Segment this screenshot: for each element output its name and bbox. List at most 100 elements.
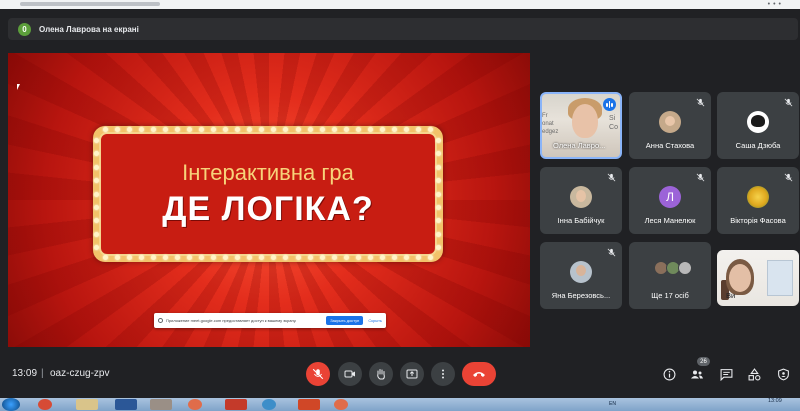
marquee-bulb [139, 127, 145, 132]
marquee-bulb [436, 178, 441, 184]
marquee-bulb [283, 255, 289, 260]
participant-avatar [570, 261, 592, 283]
marquee-bulb [379, 127, 385, 132]
keyboard-language[interactable]: EN [609, 401, 616, 407]
more-participants-avatars [654, 261, 692, 275]
toggle-mic-button[interactable] [306, 362, 330, 386]
marquee-bulbs-bottom [103, 255, 433, 261]
participant-name: Яна Березовсь... [551, 291, 611, 300]
browser-chrome: ••• [0, 0, 800, 9]
browser-menu-icon[interactable]: ••• [768, 1, 784, 8]
mic-off-icon [607, 248, 616, 257]
self-view-tile[interactable]: Ви [717, 250, 799, 306]
participant-tile[interactable]: Інна Бабійчук [540, 167, 622, 234]
marquee-bulb [187, 255, 193, 260]
app-icon[interactable] [150, 399, 172, 410]
marquee-bulb [187, 127, 193, 132]
marquee-bulb [391, 255, 397, 260]
marquee-bulb [103, 127, 108, 132]
marquee-bulb [163, 127, 169, 132]
self-view-label: Ви [726, 291, 736, 300]
mic-off-icon [784, 173, 793, 182]
chrome-icon[interactable] [188, 399, 202, 410]
marquee-bulb [175, 255, 181, 260]
marquee-bulbs-right [436, 138, 442, 250]
marquee-bulb [319, 255, 325, 260]
whiteboard-text-left: Fr onat edgez [542, 113, 559, 135]
shield-icon [777, 367, 789, 380]
taskbar-clock[interactable]: 13:09 [768, 398, 782, 404]
marquee-bulb [211, 255, 217, 260]
participant-tile[interactable]: Л Леся Манелюк [629, 167, 711, 234]
share-notice-message: Приложение meet.google.com предоставляет… [166, 318, 297, 323]
marquee-bulb [127, 255, 133, 260]
meeting-separator: | [41, 368, 44, 379]
marquee-bulb [307, 255, 313, 260]
mic-off-icon [696, 173, 705, 182]
participants-button[interactable] [689, 366, 705, 382]
more-participants-tile[interactable]: Ще 17 осіб [629, 242, 711, 309]
mouse-cursor-icon [17, 84, 20, 90]
marquee-bulb [115, 255, 121, 260]
marquee-bulb [367, 255, 373, 260]
participant-tile[interactable]: Fr onat edgez Si Co Олена Лавро... [540, 92, 622, 159]
marquee-bulb [331, 127, 337, 132]
file-explorer-icon[interactable] [76, 399, 98, 410]
host-controls-button[interactable] [775, 366, 791, 382]
app-icon[interactable] [262, 399, 276, 410]
browser-tab[interactable] [20, 2, 160, 6]
app-icon[interactable] [225, 399, 247, 410]
participant-count-badge: 26 [697, 357, 710, 366]
people-icon [691, 370, 703, 378]
chat-button[interactable] [718, 366, 734, 382]
meeting-details-button[interactable] [661, 366, 677, 382]
participant-name: Інна Бабійчук [557, 216, 605, 225]
meeting-time: 13:09 [12, 368, 38, 379]
windows-taskbar: EN 13:09 [0, 398, 800, 411]
marquee-bulb [343, 127, 349, 132]
powerpoint-icon[interactable] [298, 399, 320, 410]
taskbar-clock-time: 13:09 [768, 398, 782, 404]
chrome-icon[interactable] [334, 399, 348, 410]
marquee-bulb [415, 127, 421, 132]
marquee-bulb [94, 191, 99, 197]
marquee-bulb [94, 231, 99, 237]
opera-icon[interactable] [38, 399, 52, 410]
screen-share-notice: Приложение meet.google.com предоставляет… [154, 313, 386, 328]
marquee-bulbs-top [103, 127, 433, 133]
participant-name: Олена Лавро... [553, 141, 606, 150]
shared-screen: Інтерактивна гра ДЕ ЛОГІКА? Приложение m… [8, 53, 530, 347]
marquee-bulb [139, 255, 145, 260]
speaking-indicator-icon [603, 98, 616, 111]
end-call-button[interactable] [462, 362, 496, 386]
participant-name: Саша Дзюба [735, 141, 781, 150]
marquee-bulb [331, 255, 337, 260]
marquee-bulb [223, 127, 229, 132]
marquee-bulb [211, 127, 217, 132]
toggle-camera-button[interactable] [338, 362, 362, 386]
start-button-icon[interactable] [2, 398, 20, 411]
participant-tile[interactable]: Яна Березовсь... [540, 242, 622, 309]
marquee-bulb [94, 138, 99, 143]
marquee-bulb [415, 255, 421, 260]
raise-hand-button[interactable] [369, 362, 393, 386]
marquee-bulb [94, 204, 99, 210]
participant-avatar [570, 186, 592, 208]
participant-name: Анна Стахова [645, 141, 695, 150]
participant-tile[interactable]: Вікторія Фасова [717, 167, 799, 234]
stop-sharing-button[interactable]: Закрыть доступ [326, 316, 364, 325]
present-screen-button[interactable] [400, 362, 424, 386]
hide-notice-button[interactable]: Скрыть [368, 318, 382, 323]
marquee-bulb [436, 151, 441, 157]
participant-avatar [747, 111, 769, 133]
marquee-bulb [307, 127, 313, 132]
share-info-icon [158, 318, 163, 323]
activities-button[interactable] [746, 366, 762, 382]
mic-off-icon [312, 368, 324, 380]
marquee-bulb [247, 255, 253, 260]
word-icon[interactable] [115, 399, 137, 410]
participant-tile[interactable]: Анна Стахова [629, 92, 711, 159]
marquee-bulb [283, 127, 289, 132]
participant-tile[interactable]: Саша Дзюба [717, 92, 799, 159]
more-options-button[interactable] [431, 362, 455, 386]
